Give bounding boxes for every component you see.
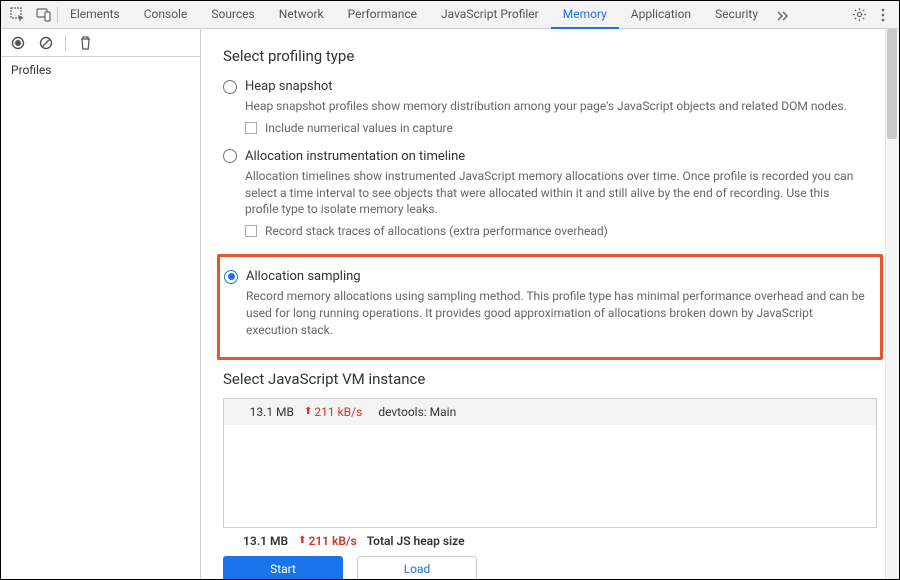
vm-name: devtools: Main xyxy=(378,405,456,419)
tab-memory[interactable]: Memory xyxy=(551,1,619,29)
option-desc: Allocation timelines show instrumented J… xyxy=(245,168,865,218)
kebab-menu-icon[interactable] xyxy=(871,2,895,28)
totals-row: 13.1 MB ⬆ 211 kB/s Total JS heap size xyxy=(223,528,877,556)
radio-allocation-timeline[interactable] xyxy=(223,149,237,163)
option-allocation-timeline: Allocation instrumentation on timeline A… xyxy=(223,145,877,248)
checkbox-numerical-values[interactable] xyxy=(245,122,257,134)
action-buttons: Start Load xyxy=(223,556,877,579)
clear-icon[interactable] xyxy=(37,34,55,52)
vm-rate-value: 211 kB/s xyxy=(314,405,362,419)
radio-allocation-sampling[interactable] xyxy=(224,270,238,284)
device-toggle-icon[interactable] xyxy=(31,2,57,28)
option-heap-snapshot: Heap snapshot Heap snapshot profiles sho… xyxy=(223,75,877,145)
option-title: Heap snapshot xyxy=(245,79,333,94)
section-vm-instance-title: Select JavaScript VM instance xyxy=(223,370,877,388)
arrow-up-icon: ⬆ xyxy=(298,535,306,546)
tab-network[interactable]: Network xyxy=(267,1,336,29)
delete-icon[interactable] xyxy=(76,34,94,52)
tab-performance[interactable]: Performance xyxy=(336,1,429,29)
settings-icon[interactable] xyxy=(847,2,871,28)
vm-instance-list: 13.1 MB ⬆ 211 kB/s devtools: Main xyxy=(223,398,877,528)
total-mem: 13.1 MB xyxy=(243,534,288,548)
option-title: Allocation sampling xyxy=(246,269,361,284)
option-desc: Heap snapshot profiles show memory distr… xyxy=(245,98,865,115)
section-profiling-type-title: Select profiling type xyxy=(223,47,877,65)
vm-mem-size: 13.1 MB xyxy=(234,405,294,419)
option-title: Allocation instrumentation on timeline xyxy=(245,149,465,164)
profiles-sidebar: Profiles xyxy=(1,29,201,579)
devtools-tab-strip: Elements Console Sources Network Perform… xyxy=(1,1,899,29)
total-rate: ⬆ 211 kB/s xyxy=(298,534,357,548)
arrow-up-icon: ⬆ xyxy=(304,406,312,417)
tab-js-profiler[interactable]: JavaScript Profiler xyxy=(429,1,551,29)
scrollbar-thumb[interactable] xyxy=(887,29,897,139)
checkbox-stack-traces[interactable] xyxy=(245,225,257,237)
record-icon[interactable] xyxy=(9,34,27,52)
scrollbar-track[interactable] xyxy=(885,29,899,579)
separator xyxy=(65,35,66,51)
checkbox-label: Include numerical values in capture xyxy=(265,121,453,135)
tab-console[interactable]: Console xyxy=(132,1,200,29)
sidebar-heading: Profiles xyxy=(1,57,200,83)
tab-sources[interactable]: Sources xyxy=(199,1,266,29)
tab-elements[interactable]: Elements xyxy=(58,1,132,29)
vm-rate: ⬆ 211 kB/s xyxy=(304,405,362,419)
sidebar-toolbar xyxy=(1,29,200,57)
more-tabs-icon[interactable] xyxy=(770,2,794,28)
option-allocation-sampling: Allocation sampling Record memory alloca… xyxy=(224,265,870,346)
highlighted-option-box: Allocation sampling Record memory alloca… xyxy=(217,254,883,359)
checkbox-label: Record stack traces of allocations (extr… xyxy=(265,224,608,238)
start-button[interactable]: Start xyxy=(223,556,343,579)
tab-security[interactable]: Security xyxy=(703,1,770,29)
radio-heap-snapshot[interactable] xyxy=(223,80,237,94)
memory-panel-content: Select profiling type Heap snapshot Heap… xyxy=(201,29,899,579)
total-label: Total JS heap size xyxy=(367,534,465,548)
load-button[interactable]: Load xyxy=(357,556,477,579)
tab-application[interactable]: Application xyxy=(619,1,703,29)
vm-instance-row[interactable]: 13.1 MB ⬆ 211 kB/s devtools: Main xyxy=(224,399,876,425)
total-rate-value: 211 kB/s xyxy=(308,534,356,548)
option-desc: Record memory allocations using sampling… xyxy=(246,288,866,338)
inspect-icon[interactable] xyxy=(5,2,31,28)
